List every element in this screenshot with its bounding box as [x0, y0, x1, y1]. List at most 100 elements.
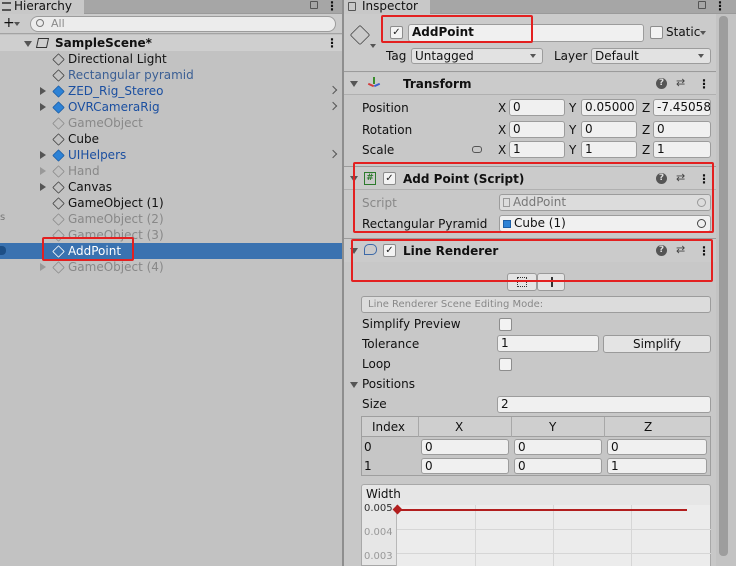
hierarchy-item-zed-rig-stereo[interactable]: ZED_Rig_Stereo	[0, 83, 342, 99]
gameobject-icon	[52, 69, 65, 82]
grid-line	[475, 505, 476, 566]
row-z-input[interactable]: 1	[607, 458, 707, 474]
hierarchy-item-rectangular-pyramid[interactable]: Rectangular pyramid	[0, 67, 342, 83]
column-divider	[604, 417, 605, 437]
expand-arrow-icon[interactable]	[40, 151, 46, 159]
layer-dropdown[interactable]: Default	[591, 48, 711, 64]
hierarchy-item-hand[interactable]: Hand	[0, 163, 342, 179]
inspector-tab[interactable]: Inspector	[344, 0, 430, 14]
expand-arrow-icon[interactable]	[40, 103, 46, 111]
width-curve-plot[interactable]	[392, 504, 711, 566]
rotation-x-input[interactable]: 0	[509, 121, 565, 138]
help-icon[interactable]: ?	[656, 78, 667, 89]
chevron-down-icon	[530, 54, 536, 58]
search-icon	[36, 19, 44, 27]
inspector-scrollbar[interactable]	[716, 14, 736, 566]
tolerance-input[interactable]: 1	[497, 335, 599, 352]
item-label: GameObject (2)	[68, 212, 164, 226]
expand-arrow-icon[interactable]	[40, 167, 46, 175]
scrollbar-thumb[interactable]	[719, 16, 728, 556]
position-z-input[interactable]: -7.45058	[653, 99, 711, 116]
lock-icon[interactable]	[698, 1, 706, 9]
add-dropdown-icon[interactable]	[14, 22, 20, 26]
icon-dropdown-icon[interactable]	[370, 44, 376, 48]
scale-x-input[interactable]: 1	[509, 141, 565, 158]
chevron-right-icon[interactable]	[328, 85, 338, 95]
pos-z-label: Z	[642, 101, 651, 115]
static-dropdown-icon[interactable]	[700, 31, 706, 35]
scene-row[interactable]: SampleScene* ⋮	[0, 35, 342, 51]
transform-icon	[367, 77, 381, 89]
table-header-row: Index X Y Z	[362, 417, 710, 437]
curve-key-point[interactable]	[392, 504, 403, 515]
scene-menu-icon[interactable]: ⋮	[326, 37, 338, 49]
width-curve-panel[interactable]: Width 0.005 0.004 0.003	[361, 484, 711, 566]
row-x-input[interactable]: 0	[421, 439, 509, 455]
lock-icon[interactable]	[310, 1, 318, 9]
loop-toggle[interactable]	[499, 358, 512, 371]
row-x-input[interactable]: 0	[421, 458, 509, 474]
scale-y-input[interactable]: 1	[581, 141, 637, 158]
preset-icon[interactable]: ⇄	[676, 76, 685, 89]
simplify-button-label: Simplify	[632, 337, 682, 351]
simplify-preview-toggle[interactable]	[499, 318, 512, 331]
row-index: 1	[364, 459, 372, 473]
chevron-right-icon[interactable]	[328, 149, 338, 159]
hierarchy-item-uihelpers[interactable]: UIHelpers	[0, 147, 342, 163]
size-input[interactable]: 2	[497, 396, 711, 413]
expand-arrow-icon[interactable]	[24, 41, 32, 47]
item-label: Canvas	[68, 180, 113, 194]
static-toggle[interactable]	[650, 26, 663, 39]
table-row[interactable]: 1 0 0 1	[362, 457, 710, 476]
layer-value: Default	[595, 49, 639, 63]
hierarchy-item-gameobject[interactable]: GameObject	[0, 115, 342, 131]
width-curve-line	[397, 509, 687, 511]
tag-dropdown[interactable]: Untagged	[411, 48, 543, 64]
expand-arrow-icon[interactable]	[40, 263, 46, 271]
inspector-menu-icon[interactable]: ⋮	[714, 0, 726, 12]
component-menu-icon[interactable]: ⋮	[698, 78, 710, 90]
chevron-right-icon[interactable]	[328, 101, 338, 111]
hierarchy-search-input[interactable]: All	[30, 16, 336, 32]
hierarchy-item-cube[interactable]: Cube	[0, 131, 342, 147]
gameobject-large-icon	[349, 24, 371, 46]
simplify-button[interactable]: Simplify	[603, 335, 711, 353]
scene-visibility-marker-icon: s	[0, 212, 6, 223]
transform-header[interactable]: Transform ? ⇄ ⋮	[344, 73, 716, 95]
inspector-panel: Inspector ⋮ ✓ AddPoint Static Tag Untagg…	[344, 0, 736, 566]
hierarchy-item-gameobject-4[interactable]: GameObject (4)	[0, 259, 342, 275]
visibility-hand-icon[interactable]	[0, 246, 6, 255]
positions-foldout-icon[interactable]	[350, 382, 358, 388]
scale-z-input[interactable]: 1	[653, 141, 711, 158]
hierarchy-menu-icon[interactable]: ⋮	[326, 0, 338, 12]
prefab-icon	[52, 149, 65, 162]
rotation-z-input[interactable]: 0	[653, 121, 711, 138]
expand-arrow-icon[interactable]	[40, 87, 46, 95]
value: 1	[657, 142, 665, 156]
transform-title: Transform	[403, 77, 472, 91]
hierarchy-tab[interactable]: Hierarchy	[0, 0, 84, 14]
unity-scene-icon	[35, 38, 50, 48]
hierarchy-item-gameobject-1[interactable]: GameObject (1)	[0, 195, 342, 211]
constrain-proportions-icon[interactable]	[472, 146, 482, 153]
hierarchy-item-canvas[interactable]: Canvas	[0, 179, 342, 195]
position-x-input[interactable]: 0	[509, 99, 565, 116]
rot-x-label: X	[498, 123, 507, 137]
tag-label: Tag	[386, 49, 407, 63]
row-y-input[interactable]: 0	[514, 458, 602, 474]
rotation-y-input[interactable]: 0	[581, 121, 637, 138]
expand-arrow-icon[interactable]	[40, 183, 46, 191]
position-label: Position	[362, 101, 409, 115]
hierarchy-item-directional-light[interactable]: Directional Light	[0, 51, 342, 67]
item-label: GameObject (4)	[68, 260, 164, 274]
hierarchy-item-ovrcamerarig[interactable]: OVRCameraRig	[0, 99, 342, 115]
row-z-input[interactable]: 0	[607, 439, 707, 455]
width-label: Width	[366, 487, 401, 501]
foldout-arrow-icon[interactable]	[350, 81, 358, 87]
row-y-input[interactable]: 0	[514, 439, 602, 455]
hierarchy-item-gameobject-2[interactable]: GameObject (2)	[0, 211, 342, 227]
position-y-input[interactable]: 0.05000	[581, 99, 637, 116]
table-row[interactable]: 0 0 0 0	[362, 438, 710, 457]
gameobject-icon	[52, 133, 65, 146]
add-icon[interactable]: +	[3, 16, 15, 30]
